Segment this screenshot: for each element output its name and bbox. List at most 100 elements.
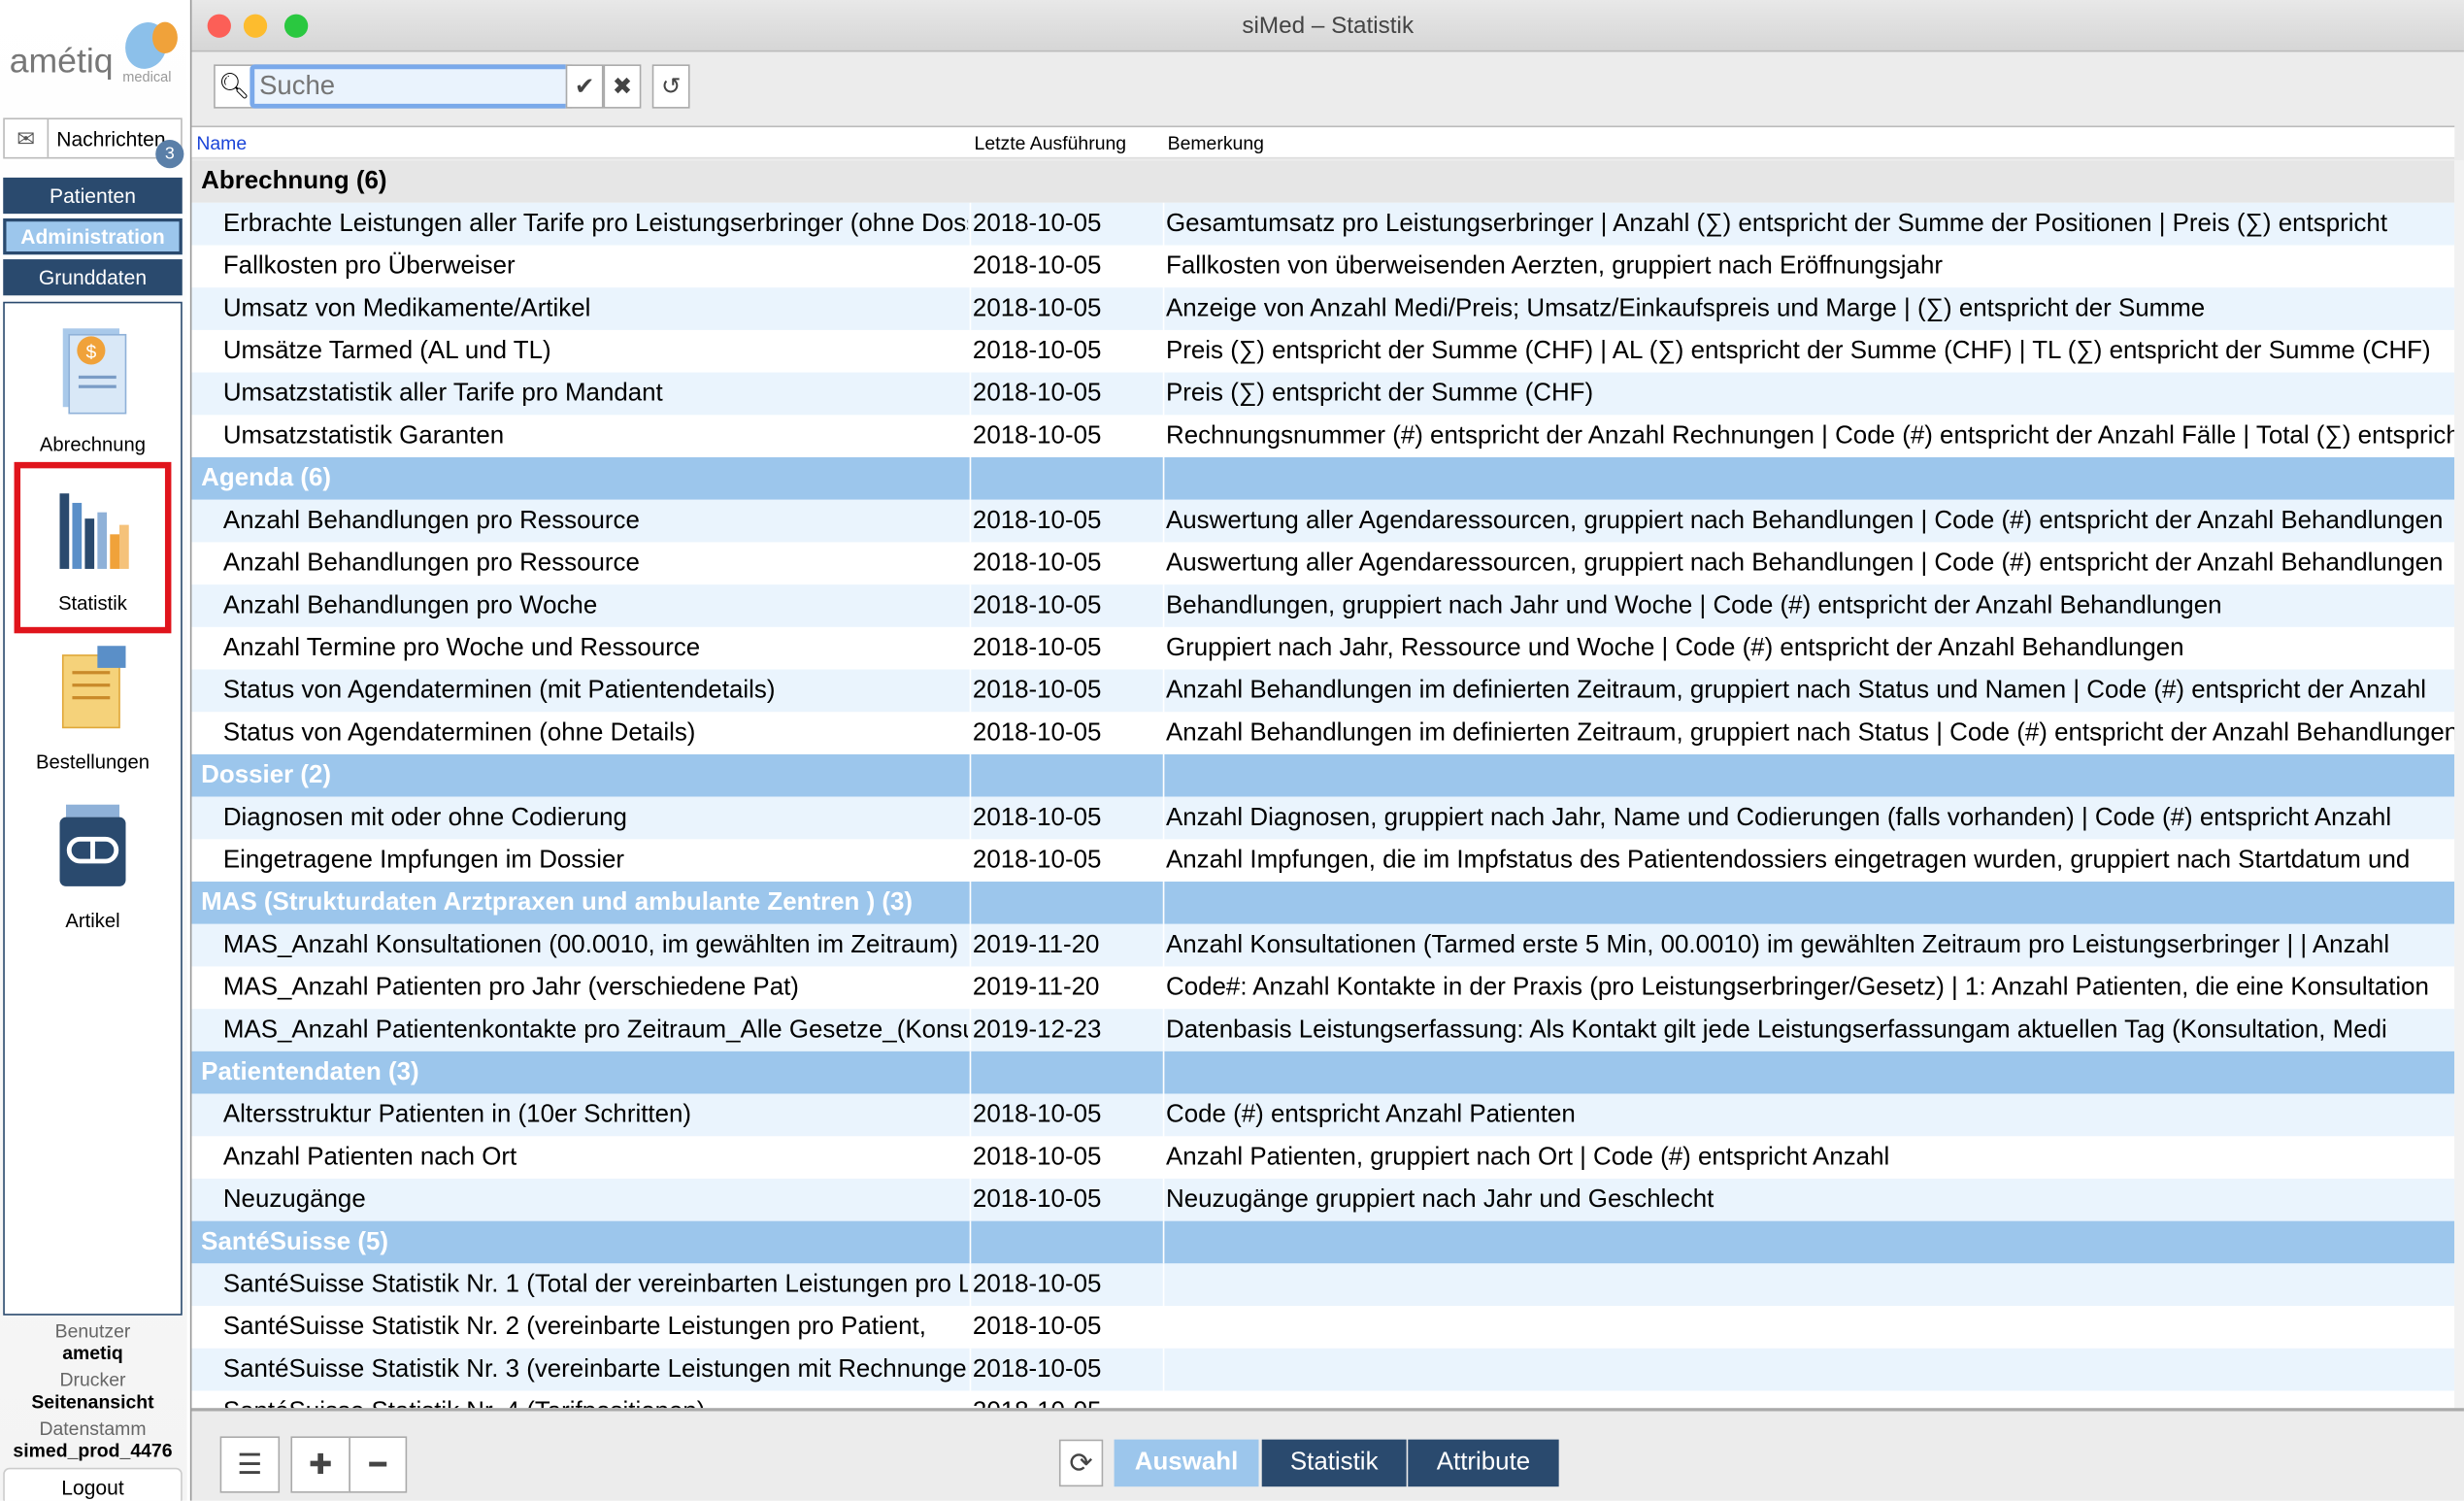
group-header[interactable]: Patientendaten (3) [191,1051,2455,1094]
table-row[interactable]: Anzahl Behandlungen pro Woche 2018-10-05 B… [191,584,2455,627]
column-divider [1162,712,1165,754]
table-row[interactable]: Altersstruktur Patienten in (10er Schrit… [191,1093,2455,1137]
table-row[interactable]: Eingetragene Impfungen im Dossier 2018-10… [191,839,2454,883]
table-row[interactable]: SantéSuisse Statistik Nr. 3 (vereinbarte… [191,1348,2455,1391]
group-header[interactable]: Dossier (2) [191,753,2455,797]
nav-administration[interactable]: Administration [3,217,183,255]
statistic-name: Umsätze Tarmed (AL und TL) [222,337,551,365]
group-header[interactable]: Abrechnung (6) [191,160,2455,203]
pill-box-icon [59,804,126,886]
table-row[interactable]: SantéSuisse Statistik Nr. 2 (vereinbarte… [191,1306,2454,1349]
refresh-button[interactable]: ⟳ [1058,1439,1104,1487]
table-row[interactable]: Anzahl Termine pro Woche und Ressource 20… [191,626,2454,670]
table-row[interactable]: Diagnosen mit oder ohne Codierung 2018-10… [191,796,2455,840]
column-divider [969,1306,972,1349]
column-divider [969,1051,972,1094]
column-divider [969,287,972,330]
table-row[interactable]: Anzahl Behandlungen pro Ressource 2018-10… [191,542,2454,585]
column-divider [1162,753,1165,797]
table-row[interactable]: Erbrachte Leistungen aller Tarife pro Le… [191,202,2455,246]
table-row[interactable]: Umsatz von Medikamente/Artikel 2018-10-05… [191,287,2455,330]
statistic-name: Anzahl Behandlungen pro Ressource [222,507,640,535]
column-divider [1162,1136,1165,1179]
module-abrechnung[interactable]: $ Abrechnung [5,322,181,455]
table-row[interactable]: Neuzugänge 2018-10-05 Neuzugänge gruppiert… [191,1178,2455,1221]
column-divider [1162,1093,1165,1137]
vertical-scrollbar[interactable] [2454,160,2464,1409]
remove-button[interactable]: ━ [349,1436,408,1493]
group-title: Patientendaten (3) [201,1058,419,1086]
column-divider [1162,245,1165,288]
statistic-name: Umsatzstatistik aller Tarife pro Mandant [222,380,663,408]
table-row[interactable]: Status von Agendaterminen (mit Patienten… [191,669,2455,713]
table-row[interactable]: MAS_Anzahl Konsultationen (00.0010, im g… [191,923,2455,967]
apply-search-button[interactable]: ✔ [565,64,604,109]
group-header[interactable]: Agenda (6) [191,457,2455,500]
user-value: ametiq [62,1342,123,1364]
column-divider [1162,1051,1165,1094]
table-row[interactable]: Status von Agendaterminen (ohne Details)… [191,712,2454,754]
clear-search-button[interactable]: ✖ [603,64,642,109]
table-row[interactable]: MAS_Anzahl Patienten pro Jahr (verschied… [191,966,2454,1010]
statistic-remark: Gesamtumsatz pro Leistungserbringer | An… [1166,210,2388,238]
module-artikel[interactable]: Artikel [5,798,181,932]
statistic-name: SantéSuisse Statistik Nr. 4 (Tarifpositi… [223,1390,968,1409]
printer-value: Seitenansicht [31,1390,154,1414]
table-row[interactable]: SantéSuisse Statistik Nr. 4 (Tarifpositi… [191,1390,2454,1409]
table-row[interactable]: Umsatzstatistik Garanten 2018-10-05 Rechnu… [191,415,2455,458]
tab-statistik[interactable]: Statistik [1261,1439,1407,1487]
sidebar: amétiq medical ✉ Nachrichten 3 Patienten… [0,0,187,1501]
column-divider [1162,329,1165,373]
column-divider [969,1009,972,1051]
table-row[interactable]: Anzahl Behandlungen pro Ressource 2018-10… [191,499,2455,543]
nav-patienten[interactable]: Patienten [3,177,183,215]
ametiq-logo: amétiq medical [6,16,179,97]
add-button[interactable]: ✚ [290,1436,350,1493]
statistic-name: Fallkosten pro Überweiser [222,252,516,281]
statistic-remark: Anzeige von Anzahl Medi/Preis; Umsatz/Ei… [1166,295,2206,322]
table-row[interactable]: Anzahl Patienten nach Ort 2018-10-05 Anzah… [191,1136,2454,1179]
last-run-date: 2018-10-05 [972,1355,1102,1384]
module-bestellungen[interactable]: Bestellungen [5,640,181,773]
statistic-remark: Gruppiert nach Jahr, Ressource und Woche… [1166,634,2184,662]
logout-button[interactable]: Logout [3,1467,183,1501]
statistics-table: Abrechnung (6) Erbrachte Leistungen aller… [191,160,2455,1409]
minus-icon: ━ [369,1448,387,1480]
column-divider [1162,839,1165,883]
table-header: Name Letzte Ausführung Bemerkung [191,125,2455,159]
statistic-remark: Rechnungsnummer (#) entspricht der Anzah… [1166,422,2455,450]
close-icon: ✖ [612,74,633,101]
column-name[interactable]: Name [196,132,247,154]
table-row[interactable]: Umsatzstatistik aller Tarife pro Mandant… [191,372,2455,416]
menu-button[interactable]: ☰ [219,1436,281,1493]
statistic-remark: Code#: Anzahl Kontakte in der Praxis (pr… [1166,974,2429,1002]
last-run-date: 2018-10-05 [972,804,1102,832]
column-divider [1162,287,1165,330]
table-row[interactable]: Umsätze Tarmed (AL und TL) 2018-10-05 Prei… [191,329,2454,373]
search-input[interactable] [250,64,571,109]
nav-grunddaten[interactable]: Grunddaten [3,259,183,296]
history-button[interactable]: ↺ [651,64,690,109]
statistic-remark: Fallkosten von überweisenden Aerzten, gr… [1166,252,1943,281]
group-header[interactable]: MAS (Strukturdaten Arztpraxen und ambula… [191,882,2455,924]
statistic-name: Anzahl Behandlungen pro Woche [222,592,598,619]
last-run-date: 2018-10-05 [972,295,1102,322]
statistic-remark [1166,1263,2454,1306]
messages-count-badge: 3 [155,140,184,169]
statistic-name: Status von Agendaterminen (ohne Details) [222,719,696,747]
table-row[interactable]: SantéSuisse Statistik Nr. 1 (Total der v… [191,1263,2455,1307]
last-run-date: 2018-10-05 [972,1271,1102,1298]
column-divider [1162,966,1165,1010]
group-title: SantéSuisse (5) [201,1228,389,1256]
table-row[interactable]: Fallkosten pro Überweiser 2018-10-05 Fallk… [191,245,2454,288]
column-divider [969,796,972,840]
column-remark[interactable]: Bemerkung [1168,132,1264,154]
column-divider [969,1178,972,1221]
table-row[interactable]: MAS_Anzahl Patientenkontakte pro Zeitrau… [191,1009,2455,1051]
tab-attribute[interactable]: Attribute [1408,1439,1559,1487]
group-header[interactable]: SantéSuisse (5) [191,1220,2455,1264]
column-last-run[interactable]: Letzte Ausführung [975,132,1127,154]
statistic-remark: Preis (∑) entspricht der Summe (CHF) [1166,380,1594,408]
tab-auswahl[interactable]: Auswahl [1114,1439,1259,1487]
column-divider [1162,626,1165,670]
